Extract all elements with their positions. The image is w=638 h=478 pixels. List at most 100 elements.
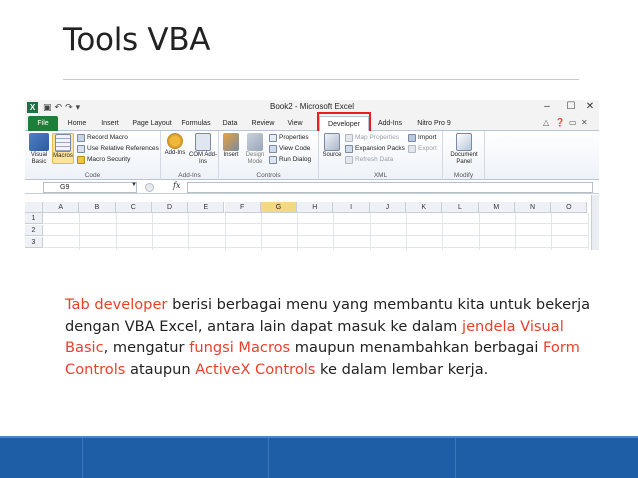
import-button[interactable]: Import [408,133,436,142]
footer-bar [0,436,638,478]
select-all-corner[interactable] [25,202,43,213]
tab-page-layout[interactable]: Page Layout [129,117,175,130]
design-mode-label: Design Mode [245,152,265,165]
export-icon [408,144,416,153]
formula-bar-expand-icon[interactable] [145,183,154,192]
worksheet-grid: ABCDEFGHIJKLMNO 123 [25,195,599,250]
slide-title: Tools VBA [63,22,211,58]
help-icon[interactable]: ❓ [555,118,565,127]
row-header[interactable]: 3 [25,237,43,248]
add-ins-group-label: Add-Ins [178,172,201,179]
body-paragraph: Tab developer berisi berbagai menu yang … [65,294,605,380]
restore-icon[interactable]: ▭ [569,118,577,127]
refresh-icon [345,155,353,164]
close-workbook-icon[interactable]: ✕ [581,118,588,127]
design-mode-button[interactable]: Design Mode [243,133,267,166]
column-header[interactable]: I [333,202,370,213]
column-header[interactable]: B [79,202,116,213]
insert-function-icon[interactable]: fx [173,181,180,190]
column-header[interactable]: J [369,202,406,213]
xml-group-label: XML [373,172,388,179]
refresh-data-button[interactable]: Refresh Data [345,155,393,164]
com-add-ins-icon [195,133,211,151]
run-dialog-icon [269,155,277,164]
properties-label: Properties [279,134,309,141]
controls-group: Insert Design Mode Properties View Code … [219,131,319,180]
visual-basic-button[interactable]: Visual Basic [27,133,51,166]
com-add-ins-button[interactable]: COM Add-Ins [189,133,217,166]
source-button[interactable]: Source [320,133,344,159]
modify-group-label: Modify [453,172,474,179]
tab-formulas[interactable]: Formulas [178,117,214,130]
formula-input[interactable] [187,182,593,193]
import-label: Import [418,134,437,141]
com-add-ins-label: COM Add-Ins [189,152,218,165]
view-code-button[interactable]: View Code [269,144,310,153]
row-header[interactable]: 1 [25,213,43,224]
chevron-down-icon[interactable]: ▼ [131,182,137,188]
record-macro-label: Record Macro [87,134,128,141]
column-header[interactable]: E [188,202,225,213]
tab-home[interactable]: Home [63,117,91,130]
export-label: Export [418,145,437,152]
relative-references-icon [77,144,85,153]
import-icon [408,133,416,142]
column-header[interactable]: K [406,202,443,213]
cell-row[interactable] [43,237,589,248]
tab-insert[interactable]: Insert [95,117,125,130]
name-box[interactable]: G9 [43,182,137,193]
cell-row[interactable] [43,225,589,236]
column-header[interactable]: D [151,202,189,213]
column-header[interactable]: L [442,202,479,213]
document-panel-icon [456,133,472,151]
row-header[interactable]: 2 [25,225,43,236]
body-text-segment: maupun menambahkan berbagai [290,339,544,356]
ribbon-minimize-icon[interactable]: △ [543,118,549,127]
column-header[interactable]: C [115,202,152,213]
tab-nitro-pro[interactable]: Nitro Pro 9 [413,117,455,130]
column-header[interactable]: O [551,202,588,213]
minimize-button[interactable]: – [535,100,559,115]
column-header[interactable]: N [514,202,552,213]
expansion-packs-button[interactable]: Expansion Packs [345,144,405,153]
export-button[interactable]: Export [408,144,437,153]
ribbon-tabs: File Home Insert Page Layout Formulas Da… [25,115,599,132]
map-properties-button[interactable]: Map Properties [345,133,399,142]
highlighted-term: Tab developer [65,296,168,313]
macro-security-button[interactable]: Macro Security [77,155,130,164]
footer-divider [268,438,269,478]
record-macro-button[interactable]: Record Macro [77,133,128,142]
add-ins-button[interactable]: Add-Ins [163,133,187,157]
macros-button[interactable]: Macros [52,133,74,164]
column-header[interactable]: F [224,202,261,213]
tab-data[interactable]: Data [217,117,243,130]
window-title: Book2 - Microsoft Excel [269,102,355,111]
insert-control-button[interactable]: Insert [220,133,242,159]
view-code-icon [269,144,277,153]
cell-row[interactable] [43,213,589,224]
vertical-scrollbar[interactable] [591,195,599,250]
column-header[interactable]: G [260,202,298,213]
map-properties-label: Map Properties [355,134,400,141]
relative-references-button[interactable]: Use Relative References [77,144,159,153]
document-panel-button[interactable]: Document Panel [445,133,483,166]
tab-view[interactable]: View [283,117,307,130]
properties-icon [269,133,277,142]
relative-references-label: Use Relative References [87,145,159,152]
close-button[interactable]: ✕ [578,100,599,115]
add-ins-label: Add-Ins [164,150,186,156]
tab-file[interactable]: File [28,116,58,131]
column-header[interactable]: A [43,202,80,213]
run-dialog-button[interactable]: Run Dialog [269,155,311,164]
column-header[interactable]: H [297,202,334,213]
visual-basic-icon [29,133,49,151]
footer-accent-line [0,436,638,438]
body-text-segment: ke dalam lembar kerja. [315,360,489,378]
macros-icon [55,134,71,152]
tab-review[interactable]: Review [247,117,279,130]
tab-add-ins[interactable]: Add-Ins [373,117,407,130]
insert-control-label: Insert [223,152,239,158]
expansion-packs-label: Expansion Packs [355,145,405,152]
properties-button[interactable]: Properties [269,133,309,142]
column-header[interactable]: M [478,202,515,213]
